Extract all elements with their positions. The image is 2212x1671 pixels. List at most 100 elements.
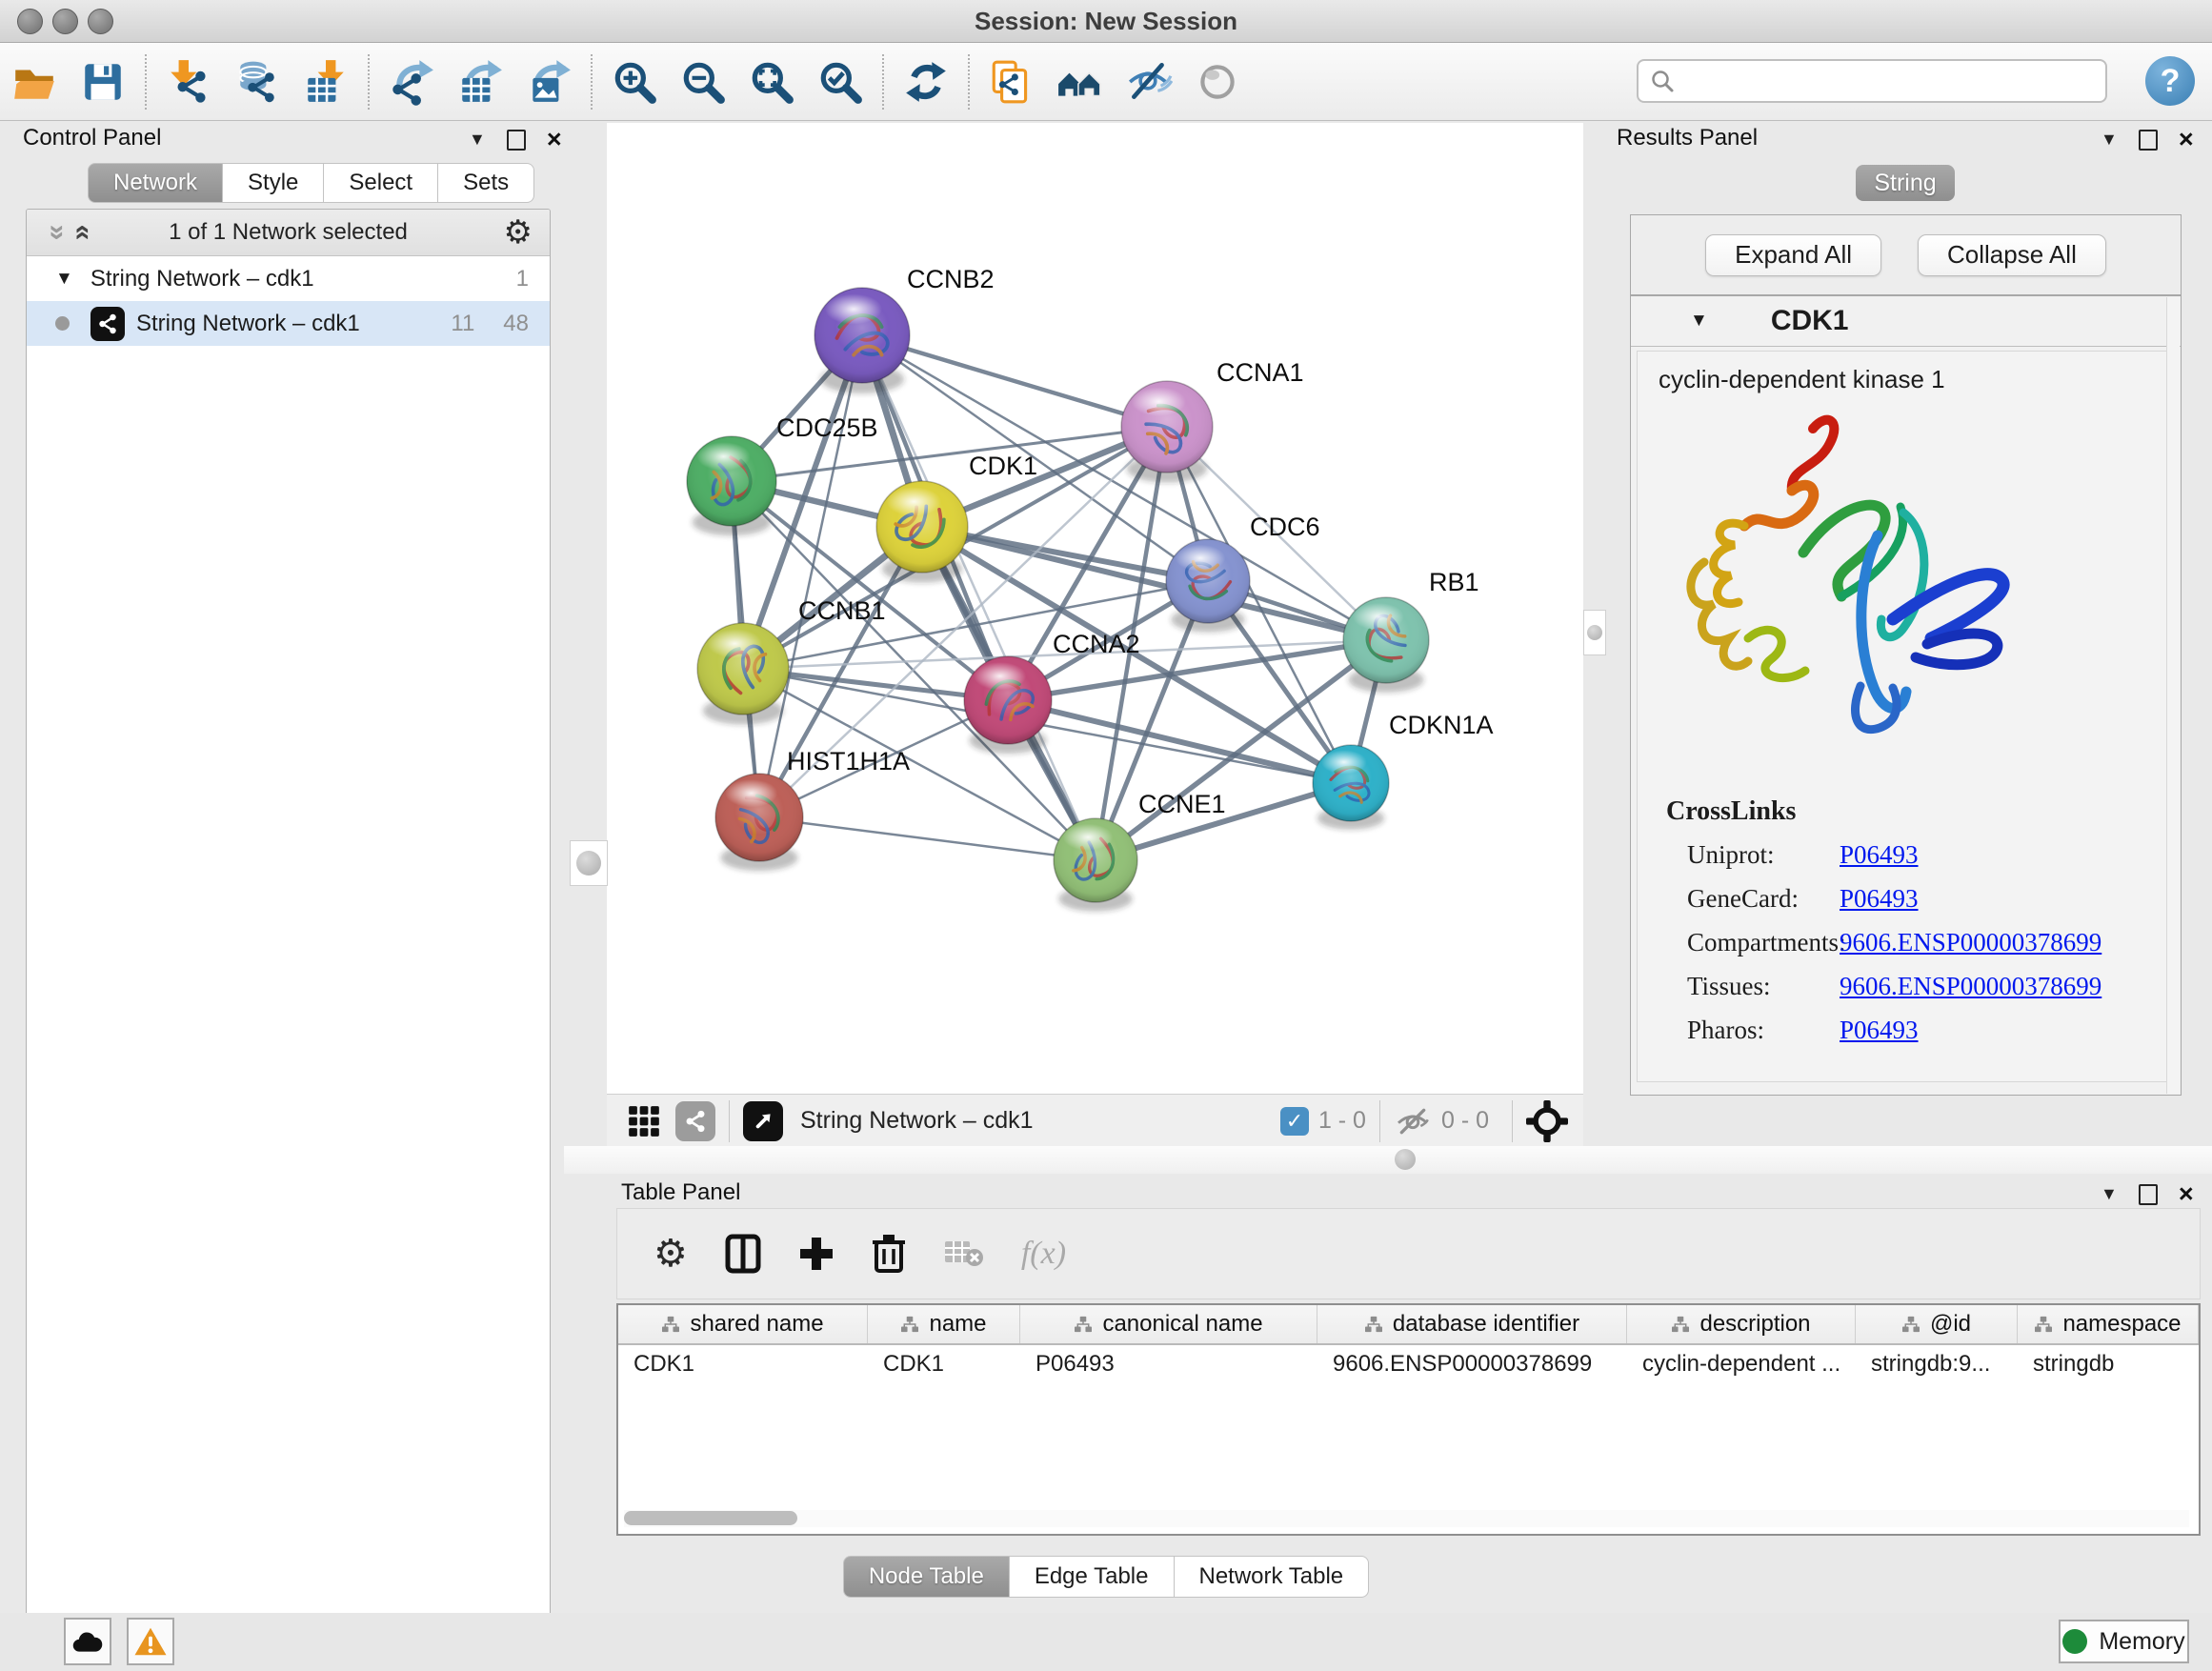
delete-table-icon[interactable] xyxy=(943,1238,985,1270)
node-CCNE1[interactable] xyxy=(1054,818,1137,902)
hide-selected-icon[interactable] xyxy=(1115,53,1183,111)
right-splitter-handle[interactable] xyxy=(1583,610,1606,655)
node-HIST1H1A[interactable] xyxy=(715,774,803,861)
results-scrollbar[interactable] xyxy=(2166,297,2180,1094)
section-expander-icon[interactable]: ▼ xyxy=(1690,311,1708,332)
horizontal-splitter-handle[interactable] xyxy=(1395,1149,1416,1170)
node-CDKN1A[interactable] xyxy=(1313,745,1389,821)
table-cell[interactable]: P06493 xyxy=(1020,1345,1317,1383)
grid-mode-icon[interactable] xyxy=(626,1103,662,1139)
table-settings-gear-icon[interactable]: ⚙ xyxy=(654,1232,688,1276)
node-CDC25B[interactable] xyxy=(687,436,776,526)
edge-CCNE1-HIST1H1A[interactable] xyxy=(759,817,1096,860)
close-panel-icon[interactable]: × xyxy=(547,127,562,152)
selected-checkbox-icon[interactable]: ✓ xyxy=(1280,1107,1309,1136)
collapse-panel-icon[interactable]: ▼ xyxy=(2101,1184,2118,1204)
column-header-@id[interactable]: @id xyxy=(1856,1305,2018,1343)
save-session-icon[interactable] xyxy=(69,53,137,111)
tab-string[interactable]: String xyxy=(1856,165,1955,201)
search-box[interactable] xyxy=(1637,59,2107,103)
crosslink-link[interactable]: 9606.ENSP00000378699 xyxy=(1840,928,2101,957)
column-header-shared-name[interactable]: shared name xyxy=(618,1305,868,1343)
float-panel-icon[interactable] xyxy=(507,130,526,151)
export-table-icon[interactable] xyxy=(446,53,514,111)
left-splitter-handle[interactable] xyxy=(570,840,608,886)
float-panel-icon[interactable] xyxy=(2139,1184,2158,1205)
column-header-name[interactable]: name xyxy=(868,1305,1020,1343)
tab-network[interactable]: Network xyxy=(88,163,223,203)
cloud-status-button[interactable] xyxy=(64,1618,111,1665)
network-row[interactable]: String Network – cdk1 11 48 xyxy=(27,301,550,346)
network-view-mode-icon[interactable] xyxy=(675,1101,715,1141)
fit-content-crosshair-icon[interactable] xyxy=(1526,1100,1568,1142)
table-cell[interactable]: CDK1 xyxy=(868,1345,1020,1383)
help-button[interactable]: ? xyxy=(2145,56,2195,106)
import-network-database-icon[interactable] xyxy=(223,53,292,111)
warnings-button[interactable] xyxy=(127,1618,174,1665)
zoom-selected-icon[interactable] xyxy=(806,53,875,111)
export-network-icon[interactable] xyxy=(377,53,446,111)
column-header-canonical-name[interactable]: canonical name xyxy=(1020,1305,1317,1343)
close-panel-icon[interactable]: × xyxy=(2179,1181,2194,1207)
table-cell[interactable]: stringdb xyxy=(2018,1345,2199,1383)
table-cell[interactable]: CDK1 xyxy=(618,1345,868,1383)
zoom-fit-icon[interactable] xyxy=(737,53,806,111)
gear-icon[interactable]: ⚙ xyxy=(504,213,533,252)
node-section-header[interactable]: ▼ CDK1 xyxy=(1631,296,2181,347)
network-collection-row[interactable]: ▼ String Network – cdk1 1 xyxy=(27,256,550,301)
tab-select[interactable]: Select xyxy=(324,163,438,203)
zoom-out-icon[interactable] xyxy=(669,53,737,111)
table-cell[interactable]: 9606.ENSP00000378699 xyxy=(1317,1345,1627,1383)
collapse-panel-icon[interactable]: ▼ xyxy=(469,130,486,150)
zoom-in-icon[interactable] xyxy=(600,53,669,111)
open-session-icon[interactable] xyxy=(0,53,69,111)
crosslink-link[interactable]: 9606.ENSP00000378699 xyxy=(1840,972,2101,1001)
network-canvas[interactable]: CCNB2CCNA1CDC25BCDK1CDC6RB1CCNB1CCNA2CDK… xyxy=(607,123,1583,1094)
column-header-namespace[interactable]: namespace xyxy=(2018,1305,2199,1343)
hidden-eye-icon[interactable] xyxy=(1394,1105,1432,1137)
node-CCNA1[interactable] xyxy=(1121,381,1213,473)
delete-column-trash-icon[interactable] xyxy=(871,1233,907,1275)
tab-sets[interactable]: Sets xyxy=(438,163,534,203)
node-CDC6[interactable] xyxy=(1166,539,1250,623)
search-input[interactable] xyxy=(1684,67,2105,95)
tab-node-table[interactable]: Node Table xyxy=(843,1556,1010,1598)
crosslink-link[interactable]: P06493 xyxy=(1840,840,1919,870)
refresh-icon[interactable] xyxy=(892,53,960,111)
close-panel-icon[interactable]: × xyxy=(2179,127,2194,152)
import-table-icon[interactable] xyxy=(292,53,360,111)
table-cell[interactable]: cyclin-dependent ... xyxy=(1627,1345,1856,1383)
toggle-display-icon[interactable] xyxy=(1183,53,1252,111)
collapse-panel-icon[interactable]: ▼ xyxy=(2101,130,2118,150)
scrollbar-thumb[interactable] xyxy=(624,1511,797,1525)
column-header-database-identifier[interactable]: database identifier xyxy=(1317,1305,1627,1343)
import-network-file-icon[interactable] xyxy=(154,53,223,111)
collapse-all-button[interactable]: Collapse All xyxy=(1918,234,2106,276)
node-CDK1[interactable] xyxy=(876,481,968,573)
crosslink-link[interactable]: P06493 xyxy=(1840,1016,1919,1045)
string-document-icon[interactable] xyxy=(977,53,1046,111)
export-image-icon[interactable] xyxy=(514,53,583,111)
birds-eye-view-icon[interactable] xyxy=(743,1101,783,1141)
table-horizontal-scrollbar[interactable] xyxy=(624,1510,2189,1527)
tab-network-table[interactable]: Network Table xyxy=(1175,1556,1370,1598)
node-CCNA2[interactable] xyxy=(964,656,1052,744)
node-CCNB1[interactable] xyxy=(697,623,789,715)
home-pair-icon[interactable] xyxy=(1046,53,1115,111)
node-RB1[interactable] xyxy=(1343,597,1429,683)
show-columns-icon[interactable] xyxy=(724,1233,762,1275)
tab-edge-table[interactable]: Edge Table xyxy=(1010,1556,1175,1598)
crosslink-link[interactable]: P06493 xyxy=(1840,884,1919,914)
add-column-icon[interactable] xyxy=(798,1236,835,1272)
tab-style[interactable]: Style xyxy=(223,163,324,203)
column-header-description[interactable]: description xyxy=(1627,1305,1856,1343)
edge-CCNE1-CCNB2[interactable] xyxy=(862,335,1096,860)
node-CCNB2[interactable] xyxy=(814,288,910,383)
float-panel-icon[interactable] xyxy=(2139,130,2158,151)
expand-all-button[interactable]: Expand All xyxy=(1705,234,1881,276)
memory-button[interactable]: Memory xyxy=(2059,1620,2189,1663)
table-row[interactable]: CDK1CDK1P064939606.ENSP00000378699cyclin… xyxy=(618,1345,2199,1383)
collection-expander-icon[interactable]: ▼ xyxy=(55,269,73,290)
table-cell[interactable]: stringdb:9... xyxy=(1856,1345,2018,1383)
function-builder-icon[interactable]: f(x) xyxy=(1021,1236,1066,1272)
